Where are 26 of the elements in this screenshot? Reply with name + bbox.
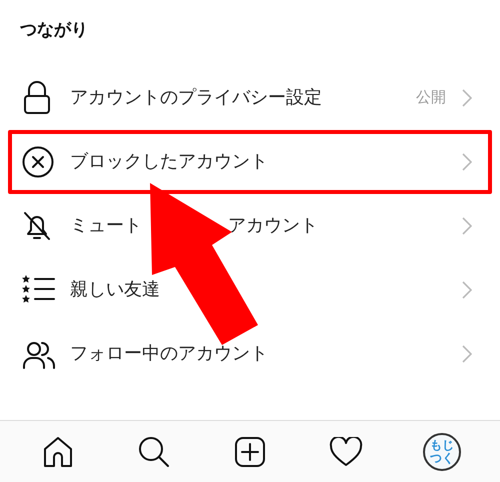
row-label: アカウントのプライバシー設定 [70,86,322,110]
settings-row[interactable]: アカウントのプライバシー設定 公開 [8,66,492,130]
chevron-icon [462,280,472,298]
add-icon[interactable] [234,436,266,468]
section-title: つながり [20,20,88,40]
settings-row[interactable]: ミュート アカウント [8,194,492,258]
row-value: 公開 [416,87,446,108]
star-list-icon [22,274,56,304]
settings-row[interactable]: ブロックしたアカウント [8,130,492,194]
row-label: ブロックしたアカウント [70,150,268,174]
lock-icon [22,80,52,114]
cross-circle-icon [22,146,54,178]
heart-icon[interactable] [329,436,363,466]
chevron-icon [462,152,472,170]
row-label: アカウント [228,214,318,238]
chevron-icon [462,88,472,106]
settings-row[interactable]: フォロー中のアカウント [8,322,492,386]
row-label: 親しい友達 [70,278,160,302]
home-icon[interactable] [42,436,74,468]
row-label: フォロー中のアカウント [70,342,268,366]
settings-row[interactable]: 親しい友達 [8,258,492,322]
chevron-icon [462,216,472,234]
search-icon[interactable] [138,436,170,468]
chevron-icon [462,344,472,362]
row-label: ミュート [70,214,142,238]
muted-bell-icon [22,210,52,242]
